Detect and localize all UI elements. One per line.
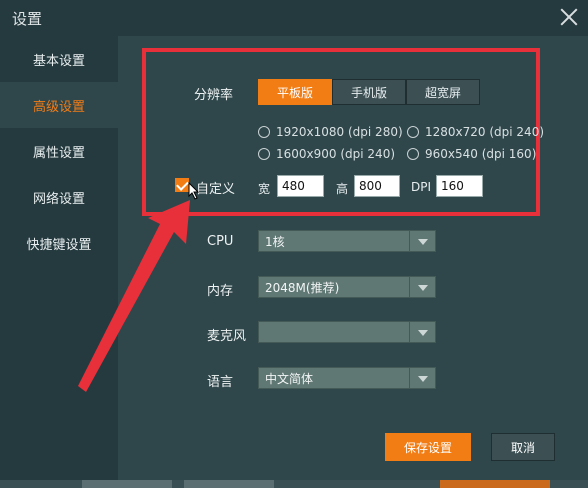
sidebar-item-properties[interactable]: 属性设置: [0, 128, 118, 174]
language-select[interactable]: 中文简体: [258, 367, 436, 389]
window-title: 设置: [12, 10, 43, 28]
radio-1920x1080[interactable]: 1920x1080 (dpi 280): [258, 125, 403, 139]
resolution-mode-tabs: 平板版 手机版 超宽屏: [258, 79, 480, 105]
radio-circle: [407, 148, 419, 160]
title-bar: 设置: [0, 0, 588, 36]
chevron-down-icon: [409, 231, 435, 251]
radio-circle: [407, 126, 419, 138]
bottom-tab: [440, 480, 550, 488]
chevron-down-icon: [409, 322, 435, 342]
close-icon[interactable]: [558, 6, 580, 28]
radio-960x540[interactable]: 960x540 (dpi 160): [407, 147, 536, 161]
radio-1600x900[interactable]: 1600x900 (dpi 240): [258, 147, 395, 161]
sidebar-item-basic[interactable]: 基本设置: [0, 36, 118, 82]
memory-label: 内存: [207, 284, 234, 299]
sidebar: 基本设置 高级设置 属性设置 网络设置 快捷键设置: [0, 36, 118, 488]
cancel-button[interactable]: 取消: [491, 433, 555, 461]
sidebar-item-advanced[interactable]: 高级设置: [0, 82, 118, 128]
radio-label: 1280x720 (dpi 240): [425, 125, 545, 139]
chevron-down-icon: [409, 277, 435, 297]
radio-label: 1920x1080 (dpi 280): [276, 125, 403, 139]
mic-select[interactable]: [258, 321, 436, 343]
sidebar-item-network[interactable]: 网络设置: [0, 174, 118, 220]
cpu-label: CPU: [207, 234, 234, 249]
tab-tablet[interactable]: 平板版: [258, 79, 332, 105]
radio-circle: [258, 148, 270, 160]
chevron-down-icon: [409, 368, 435, 388]
language-value: 中文简体: [265, 371, 314, 386]
radio-circle: [258, 126, 270, 138]
radio-label: 960x540 (dpi 160): [425, 147, 537, 161]
dpi-label: DPI: [411, 180, 432, 194]
height-input[interactable]: [354, 175, 400, 197]
tab-ultrawide[interactable]: 超宽屏: [406, 79, 480, 105]
mouse-cursor-icon: [188, 182, 200, 200]
bottom-tab: [82, 480, 172, 488]
dpi-input[interactable]: [436, 175, 483, 197]
tab-phone[interactable]: 手机版: [332, 79, 406, 105]
radio-label: 1600x900 (dpi 240): [276, 147, 396, 161]
cpu-value: 1核: [265, 234, 285, 249]
width-label: 宽: [258, 182, 271, 196]
memory-select[interactable]: 2048M(推荐): [258, 276, 436, 298]
memory-value: 2048M(推荐): [265, 280, 340, 295]
height-label: 高: [336, 182, 349, 196]
mic-label: 麦克风: [207, 329, 247, 344]
bottom-strip: [0, 480, 588, 488]
resolution-label: 分辨率: [194, 88, 234, 103]
save-button[interactable]: 保存设置: [385, 433, 471, 461]
cpu-select[interactable]: 1核: [258, 230, 436, 252]
bottom-tab: [184, 480, 274, 488]
custom-label: 自定义: [196, 182, 236, 197]
radio-1280x720[interactable]: 1280x720 (dpi 240): [407, 125, 544, 139]
custom-checkbox[interactable]: [175, 178, 189, 192]
sidebar-item-shortcuts[interactable]: 快捷键设置: [0, 220, 118, 266]
language-label: 语言: [207, 375, 234, 390]
width-input[interactable]: [277, 175, 324, 197]
